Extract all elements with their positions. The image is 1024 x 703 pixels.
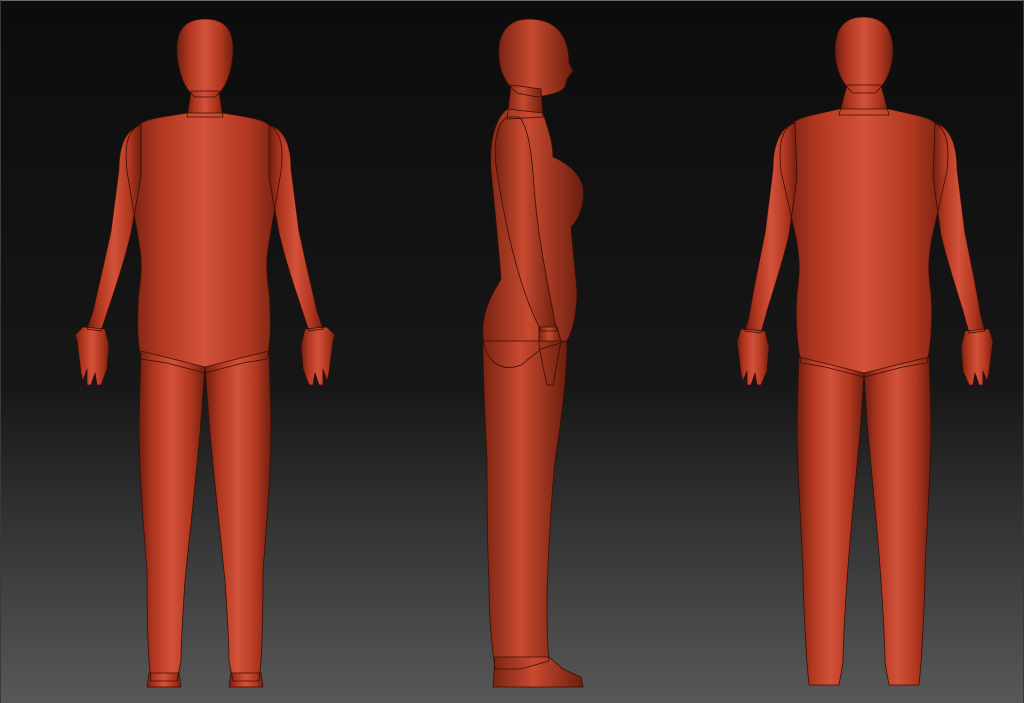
3d-viewport[interactable] (0, 0, 1024, 703)
viewport-canvas[interactable] (1, 1, 1023, 703)
